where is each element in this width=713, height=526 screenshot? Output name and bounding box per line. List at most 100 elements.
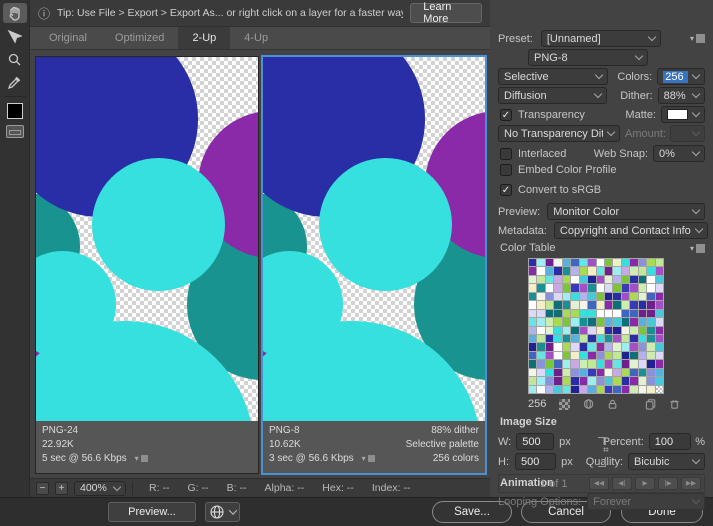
preview-mode-dropdown[interactable]: Monitor Color	[547, 203, 705, 220]
color-swatch[interactable]	[588, 267, 596, 275]
color-swatch[interactable]	[562, 275, 571, 284]
color-swatch[interactable]	[630, 360, 638, 368]
color-swatch[interactable]	[604, 351, 613, 360]
color-swatch[interactable]	[579, 334, 588, 343]
color-swatch[interactable]	[571, 284, 579, 292]
color-swatch[interactable]	[529, 292, 537, 301]
color-swatch[interactable]	[579, 385, 588, 393]
color-swatch[interactable]	[545, 284, 554, 292]
web-shift-icon[interactable]	[583, 398, 594, 410]
color-swatch[interactable]	[537, 318, 545, 326]
zoom-tool-icon[interactable]	[3, 49, 27, 69]
color-swatch[interactable]	[579, 360, 588, 368]
link-dimensions-icon[interactable]: ⌗	[603, 445, 609, 457]
color-swatch[interactable]	[579, 377, 588, 385]
slice-select-tool-icon[interactable]	[3, 26, 27, 46]
color-swatch[interactable]	[529, 334, 537, 343]
browser-select-button[interactable]	[205, 502, 240, 522]
color-swatch[interactable]	[588, 309, 596, 318]
color-swatch[interactable]	[571, 267, 579, 275]
color-swatch[interactable]	[537, 326, 545, 334]
color-swatch[interactable]	[537, 284, 545, 292]
color-swatch[interactable]	[537, 334, 545, 343]
color-swatch[interactable]	[647, 334, 655, 343]
color-swatch[interactable]	[554, 360, 562, 368]
color-swatch[interactable]	[630, 351, 638, 360]
quality-dropdown[interactable]: Bicubic	[628, 453, 705, 470]
color-swatch[interactable]	[613, 284, 621, 292]
color-swatch[interactable]	[554, 292, 562, 301]
color-swatch[interactable]	[554, 267, 562, 275]
color-swatch[interactable]	[562, 318, 571, 326]
color-swatch[interactable]	[621, 334, 630, 343]
color-swatch[interactable]	[529, 301, 537, 309]
color-swatch[interactable]	[655, 334, 663, 343]
color-swatch[interactable]	[562, 326, 571, 334]
color-swatch[interactable]	[562, 360, 571, 368]
color-swatch[interactable]	[638, 267, 647, 275]
color-swatch[interactable]	[579, 267, 588, 275]
color-swatch[interactable]	[655, 326, 663, 334]
color-swatch[interactable]	[655, 309, 663, 318]
color-swatch[interactable]	[562, 351, 571, 360]
color-swatch[interactable]	[596, 309, 604, 318]
width-field[interactable]: 500	[516, 433, 555, 450]
color-swatch[interactable]	[529, 318, 537, 326]
color-swatch[interactable]	[596, 275, 604, 284]
color-swatch[interactable]	[529, 385, 537, 393]
color-swatch[interactable]	[604, 318, 613, 326]
transparency-dither-dropdown[interactable]: No Transparency Dit...	[498, 125, 620, 142]
color-swatch[interactable]	[638, 284, 647, 292]
color-swatch[interactable]	[588, 351, 596, 360]
color-swatch[interactable]	[655, 360, 663, 368]
format-dropdown[interactable]: PNG-8	[528, 49, 648, 66]
color-swatch[interactable]	[596, 318, 604, 326]
color-swatch[interactable]	[562, 385, 571, 393]
color-swatch[interactable]	[537, 292, 545, 301]
color-swatch[interactable]	[613, 343, 621, 351]
color-swatch[interactable]	[621, 360, 630, 368]
color-swatch[interactable]	[604, 275, 613, 284]
color-swatch[interactable]	[596, 343, 604, 351]
color-swatch[interactable]	[554, 343, 562, 351]
color-swatch[interactable]	[554, 326, 562, 334]
color-swatch[interactable]	[630, 326, 638, 334]
color-swatch[interactable]	[638, 385, 647, 393]
lock-color-icon[interactable]	[607, 398, 618, 410]
color-swatch[interactable]	[630, 259, 638, 267]
color-swatch[interactable]	[630, 292, 638, 301]
color-swatch[interactable]	[545, 259, 554, 267]
color-swatch[interactable]	[554, 309, 562, 318]
color-swatch[interactable]	[604, 284, 613, 292]
color-swatch[interactable]	[655, 301, 663, 309]
color-swatch[interactable]	[562, 309, 571, 318]
color-swatch[interactable]	[596, 377, 604, 385]
color-swatch[interactable]	[655, 259, 663, 267]
color-swatch[interactable]	[545, 326, 554, 334]
dither-method-dropdown[interactable]: Diffusion	[498, 87, 608, 104]
toggle-slices-visibility-icon[interactable]	[5, 125, 24, 138]
delete-color-icon[interactable]	[669, 398, 680, 410]
color-swatch[interactable]	[562, 267, 571, 275]
color-swatch[interactable]	[613, 301, 621, 309]
color-swatch[interactable]	[655, 377, 663, 385]
color-swatch[interactable]	[537, 351, 545, 360]
color-swatch[interactable]	[571, 259, 579, 267]
color-swatch[interactable]	[655, 351, 663, 360]
color-swatch[interactable]	[655, 292, 663, 301]
color-swatch[interactable]	[613, 385, 621, 393]
color-swatch[interactable]	[630, 385, 638, 393]
color-swatch[interactable]	[647, 309, 655, 318]
previous-frame-button[interactable]: ◀|	[612, 477, 632, 490]
color-swatch[interactable]	[621, 301, 630, 309]
color-swatch[interactable]	[638, 334, 647, 343]
color-swatch[interactable]	[579, 301, 588, 309]
color-swatch[interactable]	[613, 275, 621, 284]
color-swatch[interactable]	[647, 368, 655, 377]
color-swatch[interactable]	[571, 385, 579, 393]
color-swatch[interactable]	[545, 343, 554, 351]
color-swatch[interactable]	[604, 292, 613, 301]
matte-dropdown[interactable]	[661, 106, 705, 123]
snap-transparency-icon[interactable]	[559, 398, 570, 410]
color-swatch[interactable]	[588, 334, 596, 343]
